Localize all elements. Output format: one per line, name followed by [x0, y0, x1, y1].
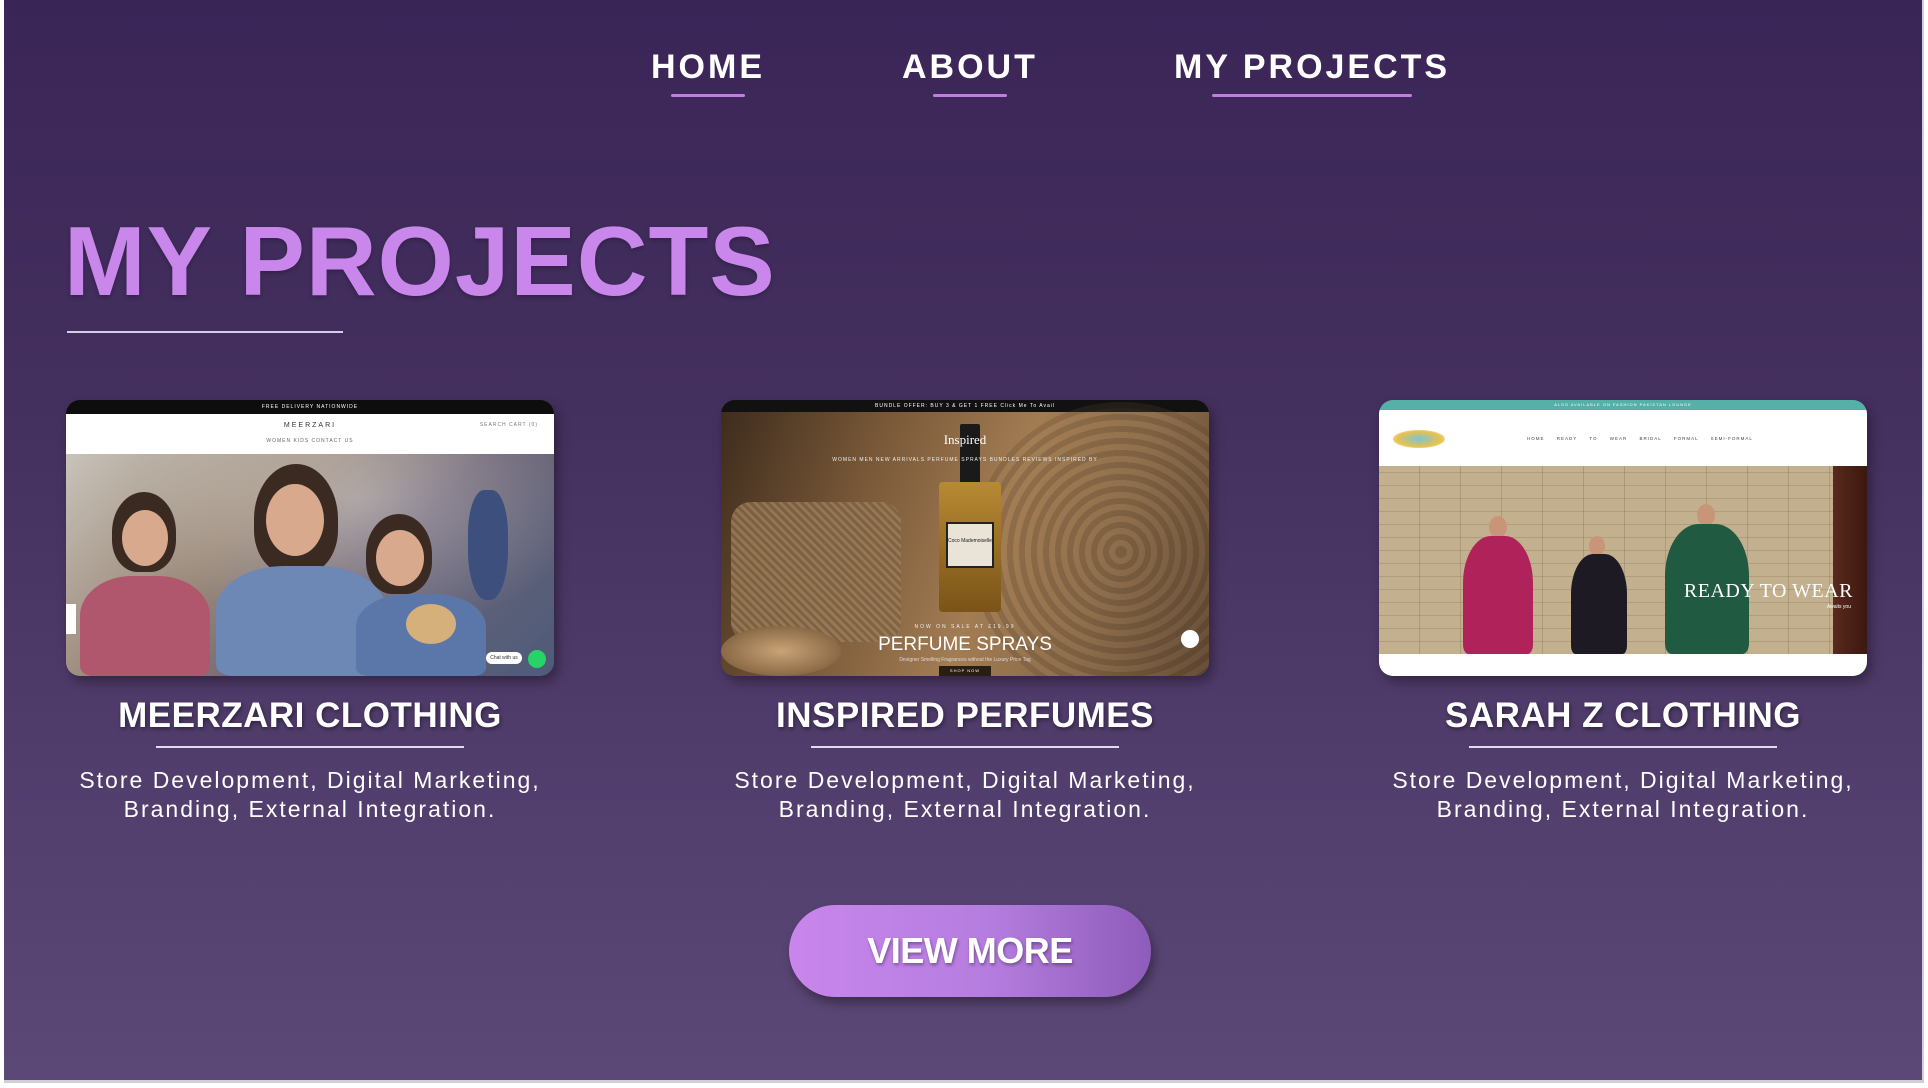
screenshot-headline: READY TO WEAR	[1683, 580, 1853, 602]
project-divider	[1469, 746, 1777, 748]
view-more-button[interactable]: VIEW MORE	[789, 905, 1151, 997]
screenshot-brand: Inspired	[943, 432, 987, 447]
guitar	[468, 490, 508, 600]
project-card-meerzari: FREE DELIVERY NATIONWIDE MEERZARI WOMEN …	[66, 400, 554, 824]
project-divider	[156, 746, 464, 748]
project-divider	[811, 746, 1119, 748]
project-name: SARAH Z CLOTHING	[1444, 696, 1802, 735]
project-description: Store Development, Digital Marketing, Br…	[1379, 766, 1867, 824]
project-card-sarahz: ALSO AVAILABLE ON FASHION PAKISTAN LOUNG…	[1379, 400, 1867, 824]
photo-face-middle	[266, 484, 324, 556]
chat-with-us: Chat with us	[486, 652, 522, 664]
nav-home-underline	[671, 94, 745, 97]
nav-projects-link[interactable]: MY PROJECTS	[1174, 48, 1451, 97]
page-frame: HOME ABOUT MY PROJECTS MY PROJECTS FREE …	[4, 0, 1924, 1083]
burlap	[731, 502, 901, 642]
gift-icon	[1181, 630, 1199, 648]
nav-home-label: HOME	[651, 48, 765, 86]
screenshot-headline: PERFUME SPRAYS	[878, 634, 1052, 655]
screenshot-sale: NOW ON SALE AT £19.99	[914, 624, 1016, 630]
project-description-line: Branding, External Integration.	[123, 796, 497, 822]
screenshot-logo	[1393, 430, 1445, 448]
project-name: INSPIRED PERFUMES	[776, 696, 1154, 735]
model-face-2	[1589, 536, 1605, 556]
screenshot-top-bar: ALSO AVAILABLE ON FASHION PAKISTAN LOUNG…	[1379, 400, 1867, 410]
project-screenshot-sarahz[interactable]: ALSO AVAILABLE ON FASHION PAKISTAN LOUNG…	[1379, 400, 1867, 676]
wooden-door	[1833, 466, 1867, 654]
nav-about-label: ABOUT	[902, 48, 1038, 86]
nav-home-link[interactable]: HOME	[651, 48, 765, 97]
side-tab	[66, 604, 76, 634]
screenshot-header: MEERZARI WOMEN KIDS CONTACT US SEARCH CA…	[66, 414, 554, 454]
model-face-3	[1697, 504, 1715, 526]
ukulele	[406, 604, 456, 644]
project-card-inspired: BUNDLE OFFER: BUY 3 & GET 1 FREE Click M…	[721, 400, 1209, 824]
screenshot-top-bar: FREE DELIVERY NATIONWIDE	[66, 400, 554, 414]
screenshot-bottom	[1379, 654, 1867, 676]
photo-face-right	[376, 530, 424, 586]
model-dress-2	[1571, 554, 1627, 654]
model-dress-1	[1463, 536, 1533, 654]
screenshot-menu: WOMEN MEN NEW ARRIVALS PERFUME SPRAYS BU…	[832, 457, 1098, 463]
nav-projects-underline	[1212, 94, 1413, 97]
nav-about-link[interactable]: ABOUT	[902, 48, 1038, 97]
project-description-line: Store Development, Digital Marketing,	[1392, 767, 1854, 793]
project-description-line: Branding, External Integration.	[1436, 796, 1810, 822]
nav-projects-label: MY PROJECTS	[1174, 48, 1451, 86]
model-face-1	[1489, 516, 1507, 538]
project-description-line: Store Development, Digital Marketing,	[734, 767, 1196, 793]
whatsapp-icon	[528, 650, 546, 668]
screenshot-menu: WOMEN KIDS CONTACT US	[266, 438, 354, 444]
screenshot-menu: HOME READY TO WEAR BRIDAL FORMAL SEMI-FO…	[1527, 436, 1753, 441]
nav-about-underline	[932, 94, 1007, 97]
project-description: Store Development, Digital Marketing, Br…	[721, 766, 1209, 824]
screenshot-cart: SEARCH CART (0)	[479, 422, 538, 428]
photo-body-left	[80, 576, 210, 676]
project-screenshot-meerzari[interactable]: FREE DELIVERY NATIONWIDE MEERZARI WOMEN …	[66, 400, 554, 676]
bottle-label: Coco Mademoiselle	[946, 522, 994, 568]
project-description-line: Branding, External Integration.	[778, 796, 1152, 822]
screenshot-shop-button: SHOP NOW	[939, 666, 991, 676]
main-nav: HOME ABOUT MY PROJECTS	[4, 48, 1922, 108]
project-description: Store Development, Digital Marketing, Br…	[66, 766, 554, 824]
page-title: MY PROJECTS	[64, 206, 776, 316]
project-description-line: Store Development, Digital Marketing,	[79, 767, 541, 793]
bottle-label-text: Coco Mademoiselle	[948, 538, 992, 544]
photo-face-left	[122, 510, 168, 566]
screenshot-hero-photo: Chat with us	[66, 454, 554, 676]
title-divider	[67, 331, 343, 333]
project-screenshot-inspired[interactable]: BUNDLE OFFER: BUY 3 & GET 1 FREE Click M…	[721, 400, 1209, 676]
screenshot-subtext: Awaits you	[1826, 604, 1851, 610]
screenshot-hero-photo: Coco Mademoiselle Inspired WOMEN MEN NEW…	[721, 402, 1209, 676]
project-name: MEERZARI CLOTHING	[118, 696, 502, 735]
screenshot-tagline: Designer Smelling Fragrances without the…	[899, 657, 1031, 663]
